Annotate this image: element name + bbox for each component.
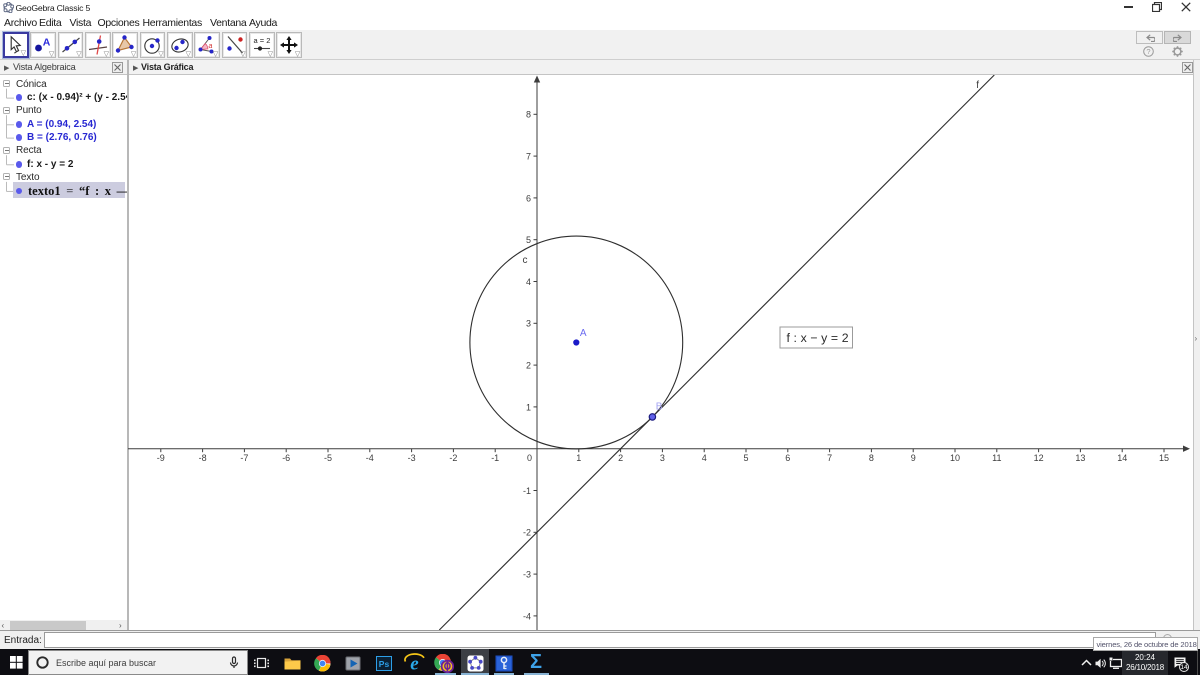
svg-text:-9: -9 [157, 453, 165, 463]
svg-text:A: A [43, 37, 51, 49]
svg-text:6: 6 [785, 453, 790, 463]
svg-text:-7: -7 [240, 453, 248, 463]
svg-text:a: a [209, 43, 213, 50]
svg-text:-2: -2 [523, 528, 531, 538]
svg-text:5: 5 [743, 453, 748, 463]
svg-text:A: A [580, 328, 587, 339]
svg-text:15: 15 [1159, 453, 1169, 463]
svg-text:B: B [656, 402, 663, 413]
svg-text:2: 2 [618, 453, 623, 463]
svg-text:7: 7 [827, 453, 832, 463]
svg-text:-3: -3 [523, 570, 531, 580]
svg-text:12: 12 [1034, 453, 1044, 463]
svg-text:-4: -4 [366, 453, 374, 463]
svg-text:e: e [410, 654, 419, 674]
svg-text:1: 1 [576, 453, 581, 463]
svg-text:-1: -1 [523, 486, 531, 496]
svg-text:8: 8 [869, 453, 874, 463]
svg-text:-6: -6 [282, 453, 290, 463]
svg-text:f: f [976, 80, 979, 91]
svg-text:-3: -3 [408, 453, 416, 463]
svg-text:8: 8 [526, 110, 531, 120]
svg-text:4: 4 [702, 453, 707, 463]
svg-text:c: c [523, 255, 528, 266]
svg-text:7: 7 [526, 152, 531, 162]
svg-text:2: 2 [526, 361, 531, 371]
svg-text:14: 14 [1117, 453, 1127, 463]
svg-text:5: 5 [526, 235, 531, 245]
svg-text:13: 13 [1075, 453, 1085, 463]
svg-text:10: 10 [950, 453, 960, 463]
svg-text:1: 1 [526, 402, 531, 412]
svg-text:-8: -8 [199, 453, 207, 463]
svg-text:11: 11 [992, 453, 1001, 463]
svg-text:-1: -1 [491, 453, 499, 463]
svg-text:?: ? [1146, 47, 1150, 56]
svg-text:6: 6 [526, 193, 531, 203]
svg-text:a = 2: a = 2 [254, 36, 271, 45]
svg-text:Ps: Ps [379, 659, 390, 669]
svg-text:-2: -2 [449, 453, 457, 463]
svg-text:0: 0 [527, 453, 532, 463]
svg-text:3: 3 [526, 319, 531, 329]
svg-text:3: 3 [660, 453, 665, 463]
svg-text:f : x − y = 2: f : x − y = 2 [787, 331, 849, 345]
svg-text:4: 4 [526, 277, 531, 287]
svg-text:-5: -5 [324, 453, 332, 463]
svg-text:-4: -4 [523, 611, 531, 621]
svg-text:9: 9 [911, 453, 916, 463]
